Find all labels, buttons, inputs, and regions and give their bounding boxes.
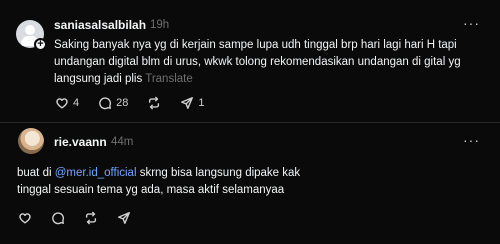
repost-icon [149,96,160,110]
like-button[interactable] [18,211,32,225]
share-button[interactable]: 1 [180,96,205,110]
share-count: 1 [198,97,205,109]
follow-plus-icon[interactable]: + [34,38,47,51]
comment-icon [52,212,65,225]
share-icon [118,212,130,224]
username[interactable]: rie.vaann [54,135,107,149]
post-body: Saking banyak nya yg di kerjain sampe lu… [54,39,461,85]
timestamp[interactable]: 19h [150,19,169,31]
avatar[interactable] [18,128,44,154]
reply-button[interactable]: 28 [98,96,128,110]
share-button[interactable] [117,211,131,225]
share-icon [181,97,194,109]
heart-icon [56,98,68,109]
like-count: 4 [73,97,80,109]
translate-link[interactable]: Translate [145,73,193,85]
comment-icon [99,97,112,110]
thread-post: + saniasalsalbilah 19h ··· Saking banyak… [0,0,500,122]
heart-icon [19,213,31,224]
action-bar [18,211,150,225]
reply-text-before: buat di [17,167,55,179]
reply-text-after: skrng bisa langsung dipake kak [136,167,301,179]
reply-count: 28 [116,97,129,109]
reply-line-1: buat di @mer.id_official skrng bisa lang… [17,165,487,182]
more-options-icon[interactable]: ··· [463,132,480,148]
like-button[interactable]: 4 [55,96,79,110]
mention-link[interactable]: @mer.id_official [55,167,137,179]
repost-button[interactable] [147,96,161,110]
avatar-head [25,25,35,35]
repost-button[interactable] [84,211,98,225]
username[interactable]: saniasalsalbilah [54,18,146,32]
post-text: Saking banyak nya yg di kerjain sampe lu… [54,37,484,88]
reply-line-2: tinggal sesuain tema yg ada, masa aktif … [17,184,285,196]
avatar[interactable]: + [16,20,47,51]
action-bar: 4 28 1 [55,96,224,110]
timestamp[interactable]: 44m [111,136,133,148]
reply-text: buat di @mer.id_official skrng bisa lang… [17,165,487,199]
reply-button[interactable] [51,211,65,225]
repost-icon [85,211,97,225]
more-options-icon[interactable]: ··· [463,15,480,31]
